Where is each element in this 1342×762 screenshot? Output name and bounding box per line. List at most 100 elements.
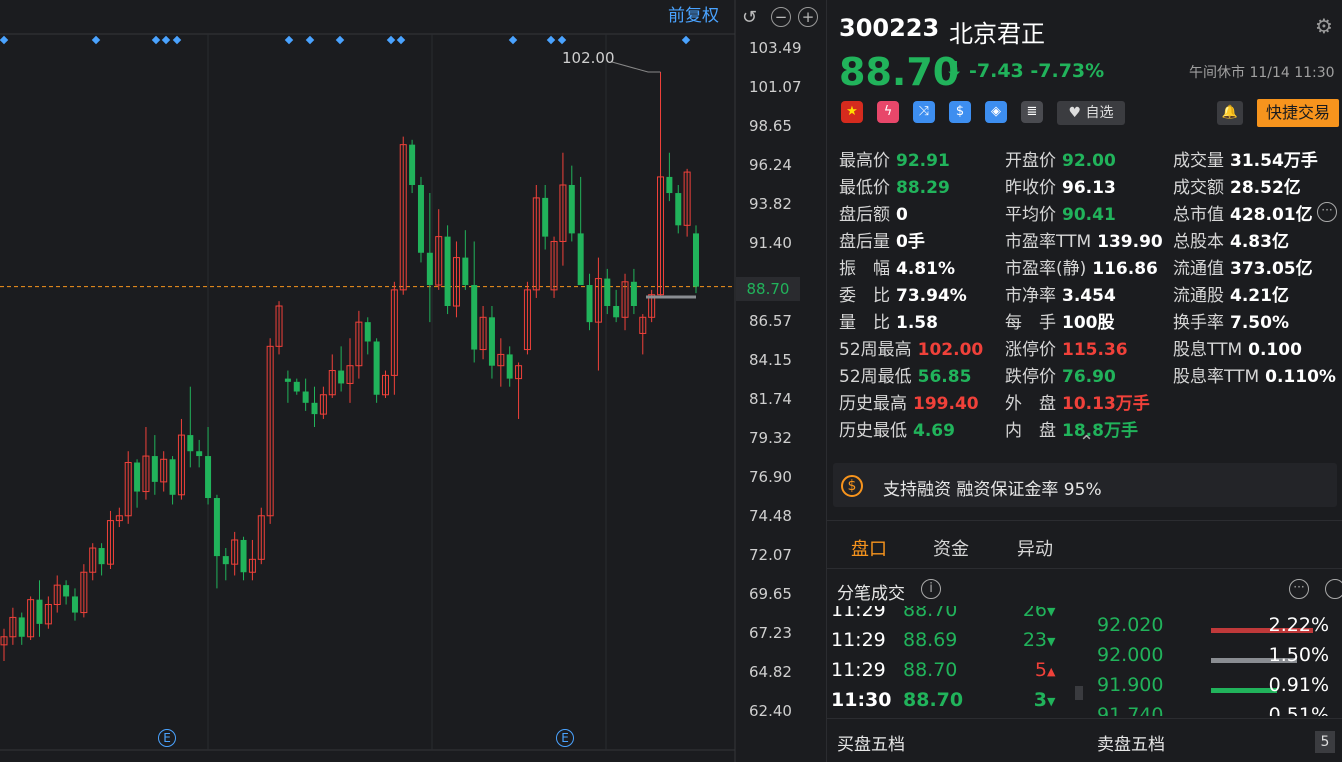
quote-field-value: 4.21亿 xyxy=(1230,286,1289,306)
y-tick-label: 96.24 xyxy=(749,156,792,174)
tag-icon[interactable]: ◈ xyxy=(985,101,1007,123)
order-percent: 0.91% xyxy=(1268,674,1329,696)
y-tick-label: 64.82 xyxy=(749,663,792,681)
quote-field-label: 历史最低 xyxy=(839,421,907,441)
quote-field-label: 最低价 xyxy=(839,178,890,198)
arrow-down-icon: ▼ xyxy=(1047,635,1056,648)
bid-levels-label[interactable]: 买盘五档 xyxy=(837,730,905,755)
order-price: 92.000 xyxy=(1097,644,1164,666)
arrow-down-icon: ▼ xyxy=(1047,606,1056,618)
quote-field-value: 4.83亿 xyxy=(1230,232,1289,252)
quote-field-label: 振 幅 xyxy=(839,259,890,279)
china-flag-icon[interactable]: ★ xyxy=(841,101,863,123)
candle-body-down xyxy=(542,197,549,237)
candle-body-down xyxy=(426,252,433,286)
quote-field-label: 市净率 xyxy=(1005,286,1056,306)
tick-time: 11:29 xyxy=(831,629,886,651)
divider xyxy=(827,718,1342,719)
dollar-icon[interactable]: $ xyxy=(949,101,971,123)
quote-field: 成交量 31.54万手 xyxy=(1173,146,1318,171)
ask-levels-label[interactable]: 卖盘五档 xyxy=(1097,730,1165,755)
watchlist-label: 自选 xyxy=(1085,105,1114,121)
shuffle-icon[interactable]: ⤨ xyxy=(913,101,935,123)
candle-body-down xyxy=(586,285,593,323)
zoom-out-icon[interactable]: − xyxy=(771,7,791,27)
gear-icon[interactable]: ⚙ xyxy=(1315,16,1335,36)
y-tick-label: 74.48 xyxy=(749,507,792,525)
scrollbar-thumb[interactable] xyxy=(1075,686,1083,700)
quote-field-value: 0.100 xyxy=(1248,340,1302,360)
tab-changes[interactable]: 异动 xyxy=(1017,535,1053,561)
tick-volume: 5 xyxy=(1034,659,1047,681)
add-watchlist-button[interactable]: ♥ 自选 xyxy=(1057,101,1125,125)
quote-field-value: 28.52亿 xyxy=(1230,178,1301,198)
candle-body-down xyxy=(417,184,424,253)
candle-body-down xyxy=(373,341,380,395)
event-marker-icon[interactable]: E xyxy=(556,729,574,747)
candle-body-down xyxy=(222,556,229,565)
quote-field: 市净率 3.454 xyxy=(1005,281,1116,306)
order-percent: 0.51% xyxy=(1268,704,1329,716)
expand-icon[interactable] xyxy=(1325,579,1342,599)
quote-field-value: 1.58 xyxy=(896,313,938,333)
arrow-down-icon: ▼ xyxy=(1047,695,1056,708)
tick-list[interactable]: 11:29 88.70 26 ▼ 11:29 88.69 23 ▼ 11:29 88.70 5 ▲ 11… xyxy=(827,606,1077,716)
candle-body-down xyxy=(284,378,291,382)
undo-icon[interactable]: ↺ xyxy=(742,7,757,28)
candle-body-down xyxy=(151,456,158,482)
quote-field-value: 56.85 xyxy=(917,367,972,387)
zoom-in-icon[interactable]: + xyxy=(798,7,818,27)
order-price: 91.900 xyxy=(1097,674,1164,696)
event-marker-icon[interactable]: E xyxy=(158,729,176,747)
quick-trade-button[interactable]: 快捷交易 xyxy=(1257,99,1339,127)
tab-funds[interactable]: 资金 xyxy=(933,535,969,561)
quote-field-label: 市盈率(静) xyxy=(1005,259,1087,279)
collapse-caret-icon[interactable]: ⌃ xyxy=(1079,432,1094,453)
candle-body-down xyxy=(364,322,371,342)
quote-field: 历史最高 199.40 xyxy=(839,389,979,414)
candle-body-down xyxy=(134,462,141,492)
quote-field-label: 股息率TTM xyxy=(1173,367,1260,387)
candle-body-down xyxy=(98,548,105,565)
limit-up-icon[interactable]: ϟ xyxy=(877,101,899,123)
quote-field: 历史最低 4.69 xyxy=(839,416,955,441)
tick-volume: 3 xyxy=(1033,689,1047,711)
more-options-icon[interactable]: ··· xyxy=(1289,579,1309,599)
candle-body-down xyxy=(293,381,300,392)
levels-badge[interactable]: 5 xyxy=(1315,731,1335,753)
kline-chart-panel[interactable]: 前复权 ↺ − + 102.00 88.70 E E 103.49 101.07 9… xyxy=(0,0,826,762)
bell-icon[interactable]: 🔔 xyxy=(1217,101,1243,125)
note-icon[interactable]: ≣ xyxy=(1021,101,1043,123)
quote-field: 52周最低 56.85 xyxy=(839,362,971,387)
quote-field-value: 100股 xyxy=(1062,313,1115,333)
adjust-mode-button[interactable]: 前复权 xyxy=(668,4,719,28)
tick-volume: 23 xyxy=(1022,629,1047,651)
candle-body-down xyxy=(18,617,25,637)
event-diamond-icon xyxy=(91,35,101,45)
info-icon[interactable]: i xyxy=(921,579,941,599)
quote-field: 开盘价 92.00 xyxy=(1005,146,1116,171)
order-distribution-list[interactable]: 92.020 2.22% 92.000 1.50% 91.900 0.91% 91.740 0… xyxy=(1091,606,1342,716)
order-bar xyxy=(1211,688,1277,693)
quote-field: 流通值 373.05亿 xyxy=(1173,254,1313,279)
last-price: 88.70 xyxy=(839,50,960,94)
event-diamond-icon xyxy=(161,35,171,45)
quote-field-label: 盘后额 xyxy=(839,205,890,225)
quote-field-value: 73.94% xyxy=(896,286,967,306)
event-diamond-icon xyxy=(508,35,518,45)
quote-field-value: 0手 xyxy=(896,232,925,252)
candle-body-down xyxy=(666,176,673,194)
kline-chart[interactable] xyxy=(0,0,826,762)
quote-field-value: 7.50% xyxy=(1230,313,1289,333)
quote-field-value: 0 xyxy=(896,205,908,225)
quote-field-label: 流通值 xyxy=(1173,259,1224,279)
quote-field-label: 股息TTM xyxy=(1173,340,1243,360)
market-status: 午间休市 11/14 11:30 xyxy=(1189,65,1335,81)
more-icon[interactable]: ··· xyxy=(1317,202,1337,222)
quote-field: 52周最高 102.00 xyxy=(839,335,983,360)
candle-body-down xyxy=(693,233,699,287)
tab-pankou[interactable]: 盘口 xyxy=(851,535,887,561)
quote-field: 跌停价 76.90 xyxy=(1005,362,1116,387)
ticks-title: 分笔成交 xyxy=(837,584,905,604)
price-change: -7.43 -7.73% xyxy=(969,60,1104,82)
